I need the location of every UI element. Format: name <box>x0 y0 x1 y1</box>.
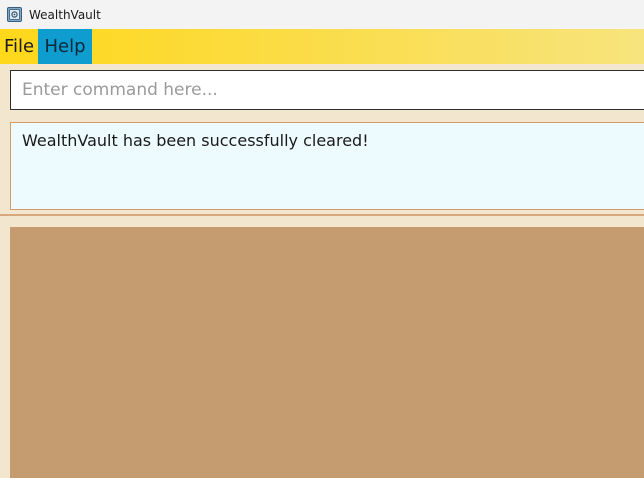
title-bar: WealthVault <box>0 0 644 29</box>
result-message: WealthVault has been successfully cleare… <box>10 122 644 210</box>
menu-bar: File Help <box>0 29 644 64</box>
menu-help[interactable]: Help <box>38 29 92 64</box>
menu-file[interactable]: File <box>0 29 38 64</box>
result-display: WealthVault has been successfully cleare… <box>0 112 644 216</box>
command-input[interactable] <box>10 70 644 110</box>
wealth-list-panel[interactable] <box>10 227 644 478</box>
app-vault-icon <box>7 7 22 22</box>
command-box <box>0 64 644 112</box>
window-title: WealthVault <box>29 7 101 22</box>
